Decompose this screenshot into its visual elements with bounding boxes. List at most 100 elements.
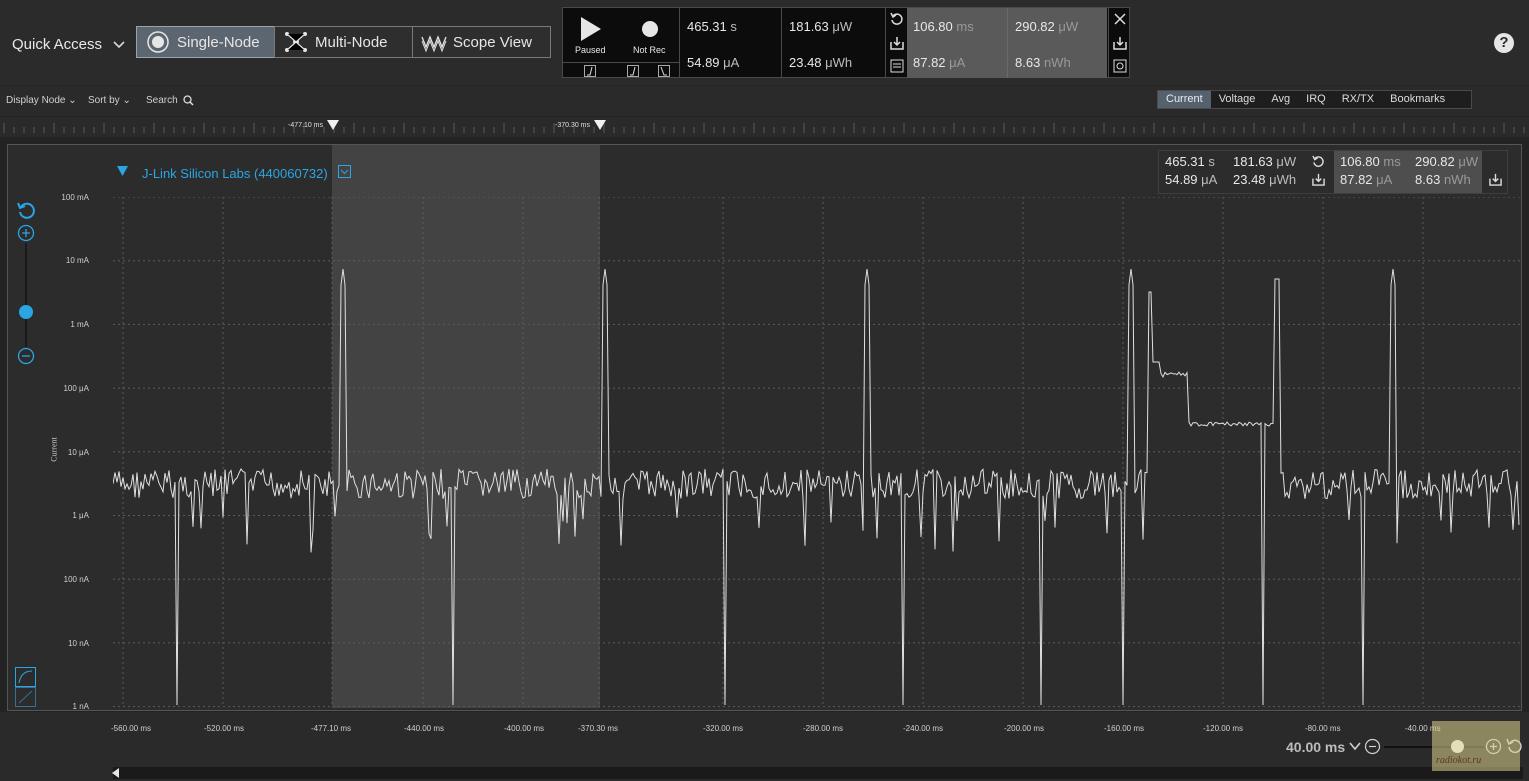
x-tick-label: -370.30 ms (578, 724, 619, 733)
selection-power: 290.82 μW (1015, 19, 1079, 34)
watermark: radiokot.ru (1432, 721, 1520, 771)
watermark-text: radiokot.ru (1436, 755, 1482, 766)
record-status: Not Rec (633, 45, 666, 55)
plot-average-power: 181.63 μW (1233, 154, 1297, 169)
multi-node-label: Multi-Node (315, 33, 388, 51)
vertical-zoom-slider[interactable] (25, 243, 27, 347)
device-options-icon[interactable] (338, 165, 351, 178)
selection-start-marker-label: -477.10 ms (288, 122, 324, 129)
scale-toggle-icon[interactable] (15, 667, 36, 707)
selection-end-marker-label: -370.30 ms (555, 122, 591, 129)
y-tick-label: 1 mA (70, 320, 89, 329)
plot-selection-energy: 8.63 nWh (1415, 172, 1471, 187)
plot-selection-current: 87.82 μA (1340, 172, 1393, 187)
live-stats-panel: Paused Not Rec 465.31 s 54.89 μA 181.63 … (562, 7, 1130, 78)
plot-selection-export-icon[interactable] (1489, 173, 1502, 186)
plot-stats-overlay: 465.31 s 54.89 μA 181.63 μW 23.48 μWh 10… (1158, 150, 1508, 194)
selection-export-icon[interactable] (1113, 36, 1127, 50)
selection-end-marker[interactable] (593, 119, 607, 131)
scope-wave-icon (421, 35, 447, 53)
current-trace (113, 268, 1520, 706)
h-zoom-out-icon[interactable] (1364, 738, 1381, 755)
tab-bookmarks[interactable]: Bookmarks (1382, 91, 1471, 108)
export-icon[interactable] (890, 36, 904, 50)
plot-reset-icon[interactable] (1312, 155, 1325, 168)
x-tick-label: -120.00 ms (1203, 724, 1244, 733)
vertical-zoom-handle[interactable] (19, 305, 33, 319)
close-icon[interactable] (1113, 12, 1127, 26)
play-icon[interactable] (579, 16, 603, 42)
y-axis-title: Current (49, 437, 59, 462)
plot-average-current: 54.89 μA (1165, 172, 1218, 187)
device-name: J-Link Silicon Labs (440060732) (142, 166, 328, 181)
trigger-bar (563, 62, 679, 79)
view-tabs: Current Voltage Avg IRQ RX/TX Bookmarks (1157, 90, 1473, 109)
record-icon[interactable] (641, 20, 659, 38)
tab-irq[interactable]: IRQ (1298, 91, 1334, 108)
selection-stats: 106.80 ms 87.82 μA 290.82 μW 8.63 nWh (907, 8, 1107, 78)
help-icon[interactable]: ? (1494, 33, 1514, 53)
y-tick-label: 10 mA (65, 256, 89, 265)
chevron-down-icon[interactable] (113, 38, 125, 50)
scope-view-button[interactable]: Scope View (412, 26, 551, 58)
chevron-down-icon[interactable] (1349, 740, 1361, 752)
y-tick-label: 10 nA (68, 639, 89, 648)
y-tick-label: 100 mA (61, 193, 89, 202)
reset-icon[interactable] (890, 12, 904, 26)
y-tick-label: 1 μA (72, 511, 89, 520)
plot-selection-stats: 106.80 ms 87.82 μA 290.82 μW 8.63 nWh (1334, 151, 1482, 193)
single-node-button[interactable]: Single-Node (136, 26, 275, 58)
plot-selection-power: 290.82 μW (1415, 154, 1479, 169)
trigger-rise-icon[interactable] (584, 65, 596, 77)
plot-export-icon[interactable] (1312, 173, 1325, 186)
tab-rxtx[interactable]: RX/TX (1334, 91, 1382, 108)
y-tick-label: 100 nA (63, 575, 89, 584)
multi-node-button[interactable]: Multi-Node (274, 26, 413, 58)
plot-total-time: 465.31 s (1165, 154, 1215, 169)
tab-current[interactable]: Current (1158, 91, 1211, 108)
zoom-to-selection-icon[interactable] (1113, 59, 1127, 73)
y-tick-label: 10 μA (67, 448, 89, 457)
x-tick-label: -160.00 ms (1104, 724, 1145, 733)
single-node-label: Single-Node (177, 33, 260, 51)
zoom-out-icon[interactable] (17, 347, 35, 365)
horizontal-scrollbar[interactable] (113, 767, 1523, 779)
list-icon[interactable] (890, 59, 904, 73)
zoom-in-icon[interactable] (17, 224, 35, 242)
selection-start-marker[interactable] (326, 119, 340, 131)
play-status: Paused (575, 45, 606, 55)
single-node-icon (147, 31, 169, 53)
x-tick-label: -200.00 ms (1004, 724, 1045, 733)
total-energy: 23.48 μWh (789, 55, 853, 70)
selection-energy: 8.63 nWh (1015, 55, 1071, 70)
x-tick-label: -400.00 ms (504, 724, 545, 733)
y-tick-label: 100 μA (63, 384, 89, 393)
selection-current: 87.82 μA (913, 55, 966, 70)
sort-by-menu[interactable]: Sort by ⌄ (88, 95, 131, 106)
x-tick-label: -320.00 ms (703, 724, 744, 733)
trigger-edge-icon[interactable] (627, 65, 639, 77)
quick-access-menu[interactable]: Quick Access (12, 36, 102, 53)
current-trace-chart[interactable] (113, 197, 1520, 707)
time-ruler[interactable]: -477.10 ms -370.30 ms (0, 117, 1529, 137)
scroll-left-icon[interactable] (111, 767, 120, 779)
x-tick-label: -440.00 ms (404, 724, 445, 733)
horizontal-zoom-label: 40.00 ms (1286, 739, 1346, 755)
y-tick-label: 1 nA (72, 702, 89, 711)
selection-actions (1108, 8, 1131, 78)
collapse-triangle-icon[interactable] (116, 165, 129, 177)
live-actions (885, 8, 908, 78)
search-icon (183, 95, 194, 106)
tab-voltage[interactable]: Voltage (1211, 91, 1264, 108)
reset-zoom-icon[interactable] (16, 201, 36, 221)
scope-view-label: Scope View (453, 33, 532, 51)
x-tick-label: -560.00 ms (111, 724, 152, 733)
tab-avg[interactable]: Avg (1263, 91, 1298, 108)
search-button[interactable]: Search (146, 95, 194, 106)
x-tick-label: -280.00 ms (803, 724, 844, 733)
x-tick-label: -477.10 ms (311, 724, 352, 733)
trigger-fall-icon[interactable] (658, 65, 670, 77)
total-time: 465.31 s (687, 19, 737, 34)
chevron-down-icon: ⌄ (68, 95, 77, 106)
display-node-menu[interactable]: Display Node ⌄ (6, 95, 77, 106)
